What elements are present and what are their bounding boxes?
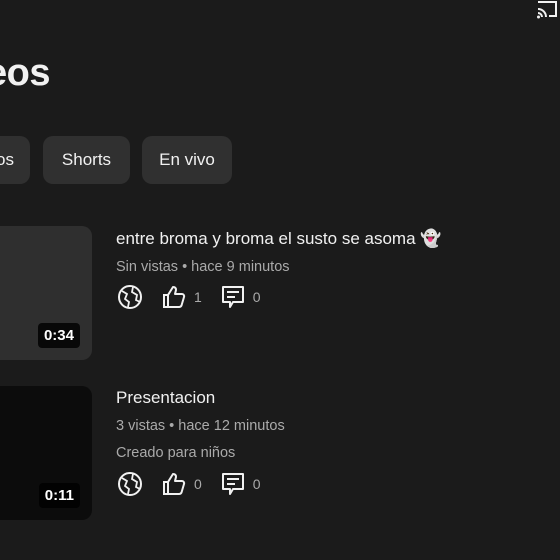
video-actions: 1 0 [116, 283, 261, 311]
comment-count: 0 [252, 289, 261, 305]
thumbs-up-icon[interactable] [160, 470, 188, 498]
made-for-kids-label: Creado para niños [116, 445, 236, 461]
globe-icon[interactable] [116, 283, 144, 311]
globe-icon[interactable] [116, 470, 144, 498]
video-thumbnail[interactable]: 0:11 [0, 386, 92, 520]
channel-videos-screen: eos os Shorts En vivo 0:34 entre broma y… [0, 0, 560, 560]
comment-icon[interactable] [219, 470, 247, 498]
video-title[interactable]: entre broma y broma el susto se asoma 👻 [116, 229, 441, 249]
comment-icon[interactable] [219, 283, 247, 311]
tab-videos[interactable]: os [0, 136, 30, 184]
thumbs-up-icon[interactable] [160, 283, 188, 311]
duration-badge: 0:11 [38, 483, 80, 508]
tab-shorts[interactable]: Shorts [43, 136, 130, 184]
duration-badge: 0:34 [37, 323, 80, 348]
cast-icon[interactable] [536, 0, 558, 20]
video-meta: Sin vistas • hace 9 minutos [116, 259, 290, 275]
tab-live[interactable]: En vivo [142, 136, 232, 184]
video-thumbnail[interactable]: 0:34 [0, 226, 92, 360]
like-count: 0 [194, 476, 202, 492]
video-meta: 3 vistas • hace 12 minutos [116, 418, 285, 434]
comment-count: 0 [252, 476, 261, 492]
page-title: eos [0, 52, 50, 94]
video-title[interactable]: Presentacion [116, 388, 215, 408]
video-actions: 0 0 [116, 470, 261, 498]
like-count: 1 [194, 289, 202, 305]
